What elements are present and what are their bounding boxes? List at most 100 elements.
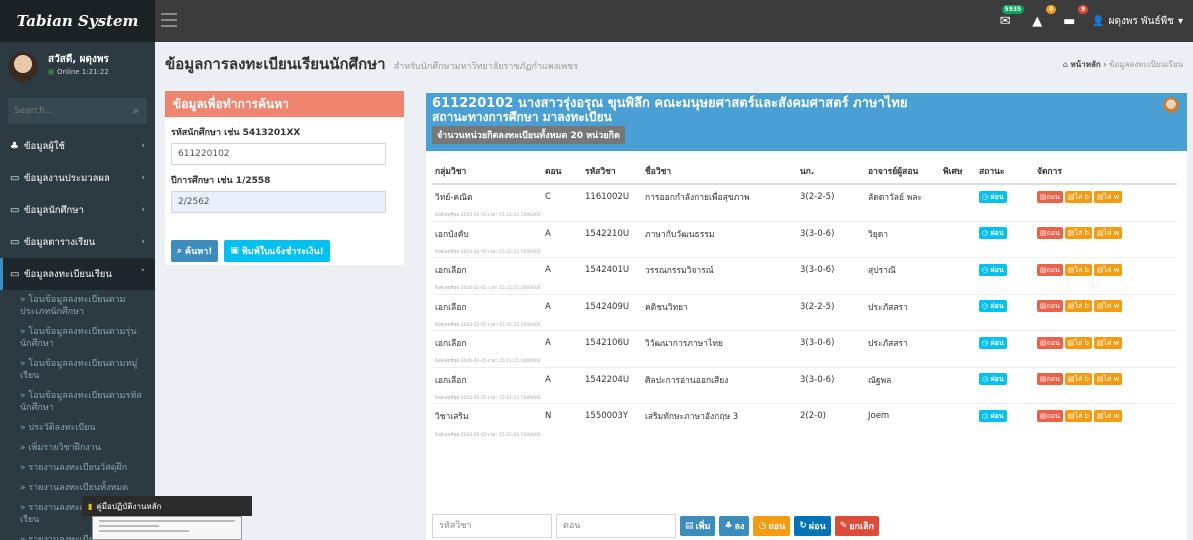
withdraw-action-button[interactable]: ▤ถอน xyxy=(1037,227,1063,239)
search-icon[interactable]: ⌕ xyxy=(133,104,139,118)
user-menu[interactable]: 👤 ผดุงพร พันธ์พืช ▾ xyxy=(1092,14,1183,29)
trash-icon: ▤ xyxy=(1096,302,1104,310)
cell-code: 1542409U xyxy=(585,301,630,312)
add-w-action-button[interactable]: ▤ไส่ w xyxy=(1093,409,1123,422)
trash-icon: ▤ xyxy=(1040,375,1047,383)
cell-credit: 3(3-0-6) xyxy=(800,265,835,275)
sidebar-toggle-icon[interactable] xyxy=(161,13,177,27)
submenu-item[interactable]: » ประวัติลงทะเบียน xyxy=(0,418,155,438)
down-button[interactable]: ♣ ลง xyxy=(719,516,750,536)
cell-group: เอกเลือก xyxy=(435,266,467,276)
course-code-input[interactable]: รหัสวิชา xyxy=(432,514,552,538)
sidebar-item-student[interactable]: ▭ ข้อมูลนักศึกษา ‹ xyxy=(0,194,155,226)
section-input[interactable]: ตอน xyxy=(556,514,676,538)
add-w-action-button[interactable]: ▤ไส่ w xyxy=(1093,190,1123,203)
term-input[interactable]: 2/2562 xyxy=(171,191,386,213)
table-row: วิทย์-คณิต C 1161002U การออกกำลังกายเพื่อสุ… xyxy=(432,184,1177,209)
action-label: ไส่ b xyxy=(1074,302,1089,310)
chevron-left-icon: ‹ xyxy=(141,141,145,151)
add-b-action-button[interactable]: ▤ไส่ b xyxy=(1064,190,1092,203)
status-button[interactable]: ◷ ผ่อน xyxy=(979,336,1007,349)
cell-teacher: ณัฐพล xyxy=(868,375,892,386)
table-row-meta: ลิงค์เลขที่ชุด 2020-02-05 เวลา 15:21:15.… xyxy=(432,428,1177,440)
clock-icon: ◷ xyxy=(982,375,989,383)
action-label: ไส่ w xyxy=(1103,192,1120,201)
row-meta-text: ลิงค์เลขที่ชุด 2020-02-05 เวลา 15:21:15.… xyxy=(435,432,541,438)
breadcrumb-home[interactable]: หน้าหลัก xyxy=(1070,60,1100,69)
cell-name: ภาษากับวัฒนธรรม xyxy=(645,229,715,240)
withdraw-action-button[interactable]: ▤ถอน xyxy=(1037,190,1063,203)
sidebar-item-label: ข้อมูลลงทะเบียนเรียน xyxy=(24,268,112,280)
add-w-action-button[interactable]: ▤ไส่ w xyxy=(1093,263,1123,276)
add-b-action-button[interactable]: ▤ไส่ b xyxy=(1064,300,1092,312)
status-button[interactable]: ◷ ผ่อน xyxy=(979,227,1007,239)
submenu-item[interactable]: » รายงานลงทะเบียนวัสดุฝึก xyxy=(0,458,155,478)
col-header: ชื่อวิชา xyxy=(642,159,797,185)
app-logo[interactable]: Tabian System xyxy=(0,0,155,42)
sidebar-search-input[interactable] xyxy=(8,98,128,124)
cancel-button[interactable]: ✎ ยกเลิก xyxy=(834,516,880,536)
withdraw-action-button[interactable]: ▤ถอน xyxy=(1037,336,1063,349)
sidebar-item-processing[interactable]: ▭ ข้อมูลงานประมวลผล ‹ xyxy=(0,162,155,194)
status-button[interactable]: ◷ ผ่อน xyxy=(979,409,1007,422)
submenu-item[interactable]: » โอนข้อมูลลงทะเบียนตามรหัสนักศึกษา xyxy=(0,386,155,418)
cell-credit: 3(2-2-5) xyxy=(800,192,835,202)
sidebar-item-user[interactable]: ♣ ข้อมูลผู้ใช้ ‹ xyxy=(0,130,155,162)
status-button[interactable]: ◷ ผ่อน xyxy=(979,263,1007,276)
student-header: 611220102 นางสาวรุ่งอรุณ ขุนพิลึก คณะมนุ… xyxy=(426,93,1187,151)
status-button[interactable]: ◷ ผ่อน xyxy=(979,373,1007,385)
sidebar-search: ⌕ xyxy=(8,98,147,124)
mail-icon[interactable]: ✉ 5935 xyxy=(996,4,1025,29)
withdraw-action-button[interactable]: ▤ถอน xyxy=(1037,300,1063,312)
cell-group: เอกเลือก xyxy=(435,302,467,313)
task-icon[interactable]: ▬ 9 xyxy=(1060,4,1089,29)
add-b-action-button[interactable]: ▤ไส่ b xyxy=(1064,336,1092,349)
submenu-item[interactable]: » โอนข้อมูลลงทะเบียนตามหมู่เรียน xyxy=(0,354,155,386)
add-w-action-button[interactable]: ▤ไส่ w xyxy=(1093,336,1123,349)
installment-button[interactable]: ↻ ผ่อน xyxy=(794,516,831,536)
sidebar-item-schedule[interactable]: ▭ ข้อมูลตารางเรียน ‹ xyxy=(0,226,155,258)
withdraw-action-button[interactable]: ▤ถอน xyxy=(1037,373,1063,385)
status-button[interactable]: ◷ ผ่อน xyxy=(979,300,1007,312)
add-w-action-button[interactable]: ▤ไส่ w xyxy=(1093,373,1123,385)
status-button[interactable]: ◷ ผ่อน xyxy=(979,190,1007,203)
add-button[interactable]: ▤ เพิ่ม xyxy=(680,516,716,536)
cell-actions: ▤ถอน ▤ไส่ b ▤ไส่ w xyxy=(1034,331,1177,356)
trash-icon: ▤ xyxy=(1040,411,1047,420)
cell-credit: 3(2-2-5) xyxy=(800,301,835,312)
user-icon: 👤 xyxy=(1092,15,1105,27)
add-b-action-button[interactable]: ▤ไส่ b xyxy=(1064,263,1092,276)
taskbar-preview-thumbnail[interactable] xyxy=(92,516,242,540)
search-button[interactable]: ⌕ ค้นหา! xyxy=(171,240,219,262)
withdraw-action-button[interactable]: ▤ถอน xyxy=(1037,263,1063,276)
cell-credit: 2(2-0) xyxy=(800,411,826,421)
action-label: ไส่ b xyxy=(1074,411,1089,420)
submenu-item[interactable]: » โอนข้อมูลลงทะเบียนตามประเภทนักศึกษา xyxy=(0,290,155,322)
sidebar-item-registration[interactable]: ▭ ข้อมูลลงทะเบียนเรียน ˅ xyxy=(0,258,155,290)
withdraw-button[interactable]: ◷ ถอน xyxy=(753,516,791,536)
warning-icon[interactable]: ▲ 0 xyxy=(1028,4,1057,29)
print-invoice-button[interactable]: ▣ พิมพ์ใบแจ้งชำระเงิน! xyxy=(224,240,330,262)
cell-code: 1161002U xyxy=(585,192,630,202)
action-label: ถอน xyxy=(1046,338,1060,347)
withdraw-action-button[interactable]: ▤ถอน xyxy=(1037,409,1063,422)
submenu-item[interactable]: » รายงานลงทะเบียนทั้งหมด xyxy=(0,478,155,498)
taskbar-preview-title[interactable]: ▮ คู่มือปฏิบัติงานหลัก xyxy=(82,496,252,516)
add-b-action-button[interactable]: ▤ไส่ b xyxy=(1064,409,1092,422)
submenu-item[interactable]: » โอนข้อมูลลงทะเบียนตามรุ่นนักศึกษา xyxy=(0,322,155,354)
withdraw-button-label: ถอน xyxy=(768,522,786,532)
student-id-input[interactable]: 611220102 xyxy=(171,143,386,165)
add-course-form: รหัสวิชา ตอน ▤ เพิ่ม ♣ ลง ◷ ถอน ↻ ผ่อน ✎ ยกเล… xyxy=(432,514,880,538)
cell-special xyxy=(940,404,976,429)
submenu-item[interactable]: » เพิ่มรายวิชาฝึกงาน xyxy=(0,438,155,458)
action-label: ไส่ w xyxy=(1103,229,1120,237)
add-w-action-button[interactable]: ▤ไส่ w xyxy=(1093,227,1123,239)
add-w-action-button[interactable]: ▤ไส่ w xyxy=(1093,300,1123,312)
add-b-action-button[interactable]: ▤ไส่ b xyxy=(1064,373,1092,385)
cell-special xyxy=(940,258,976,283)
row-meta-text: ลิงค์เลขที่ชุด 2020-02-05 เวลา 15:21:15.… xyxy=(435,322,541,328)
trash-icon: ▤ xyxy=(1096,411,1104,420)
row-meta-text: ลิงค์เลขที่ชุด 2020-02-05 เวลา 15:21:15.… xyxy=(435,395,541,401)
cell-name: การออกกำลังกายเพื่อสุขภาพ xyxy=(645,193,750,203)
add-b-action-button[interactable]: ▤ไส่ b xyxy=(1064,227,1092,239)
